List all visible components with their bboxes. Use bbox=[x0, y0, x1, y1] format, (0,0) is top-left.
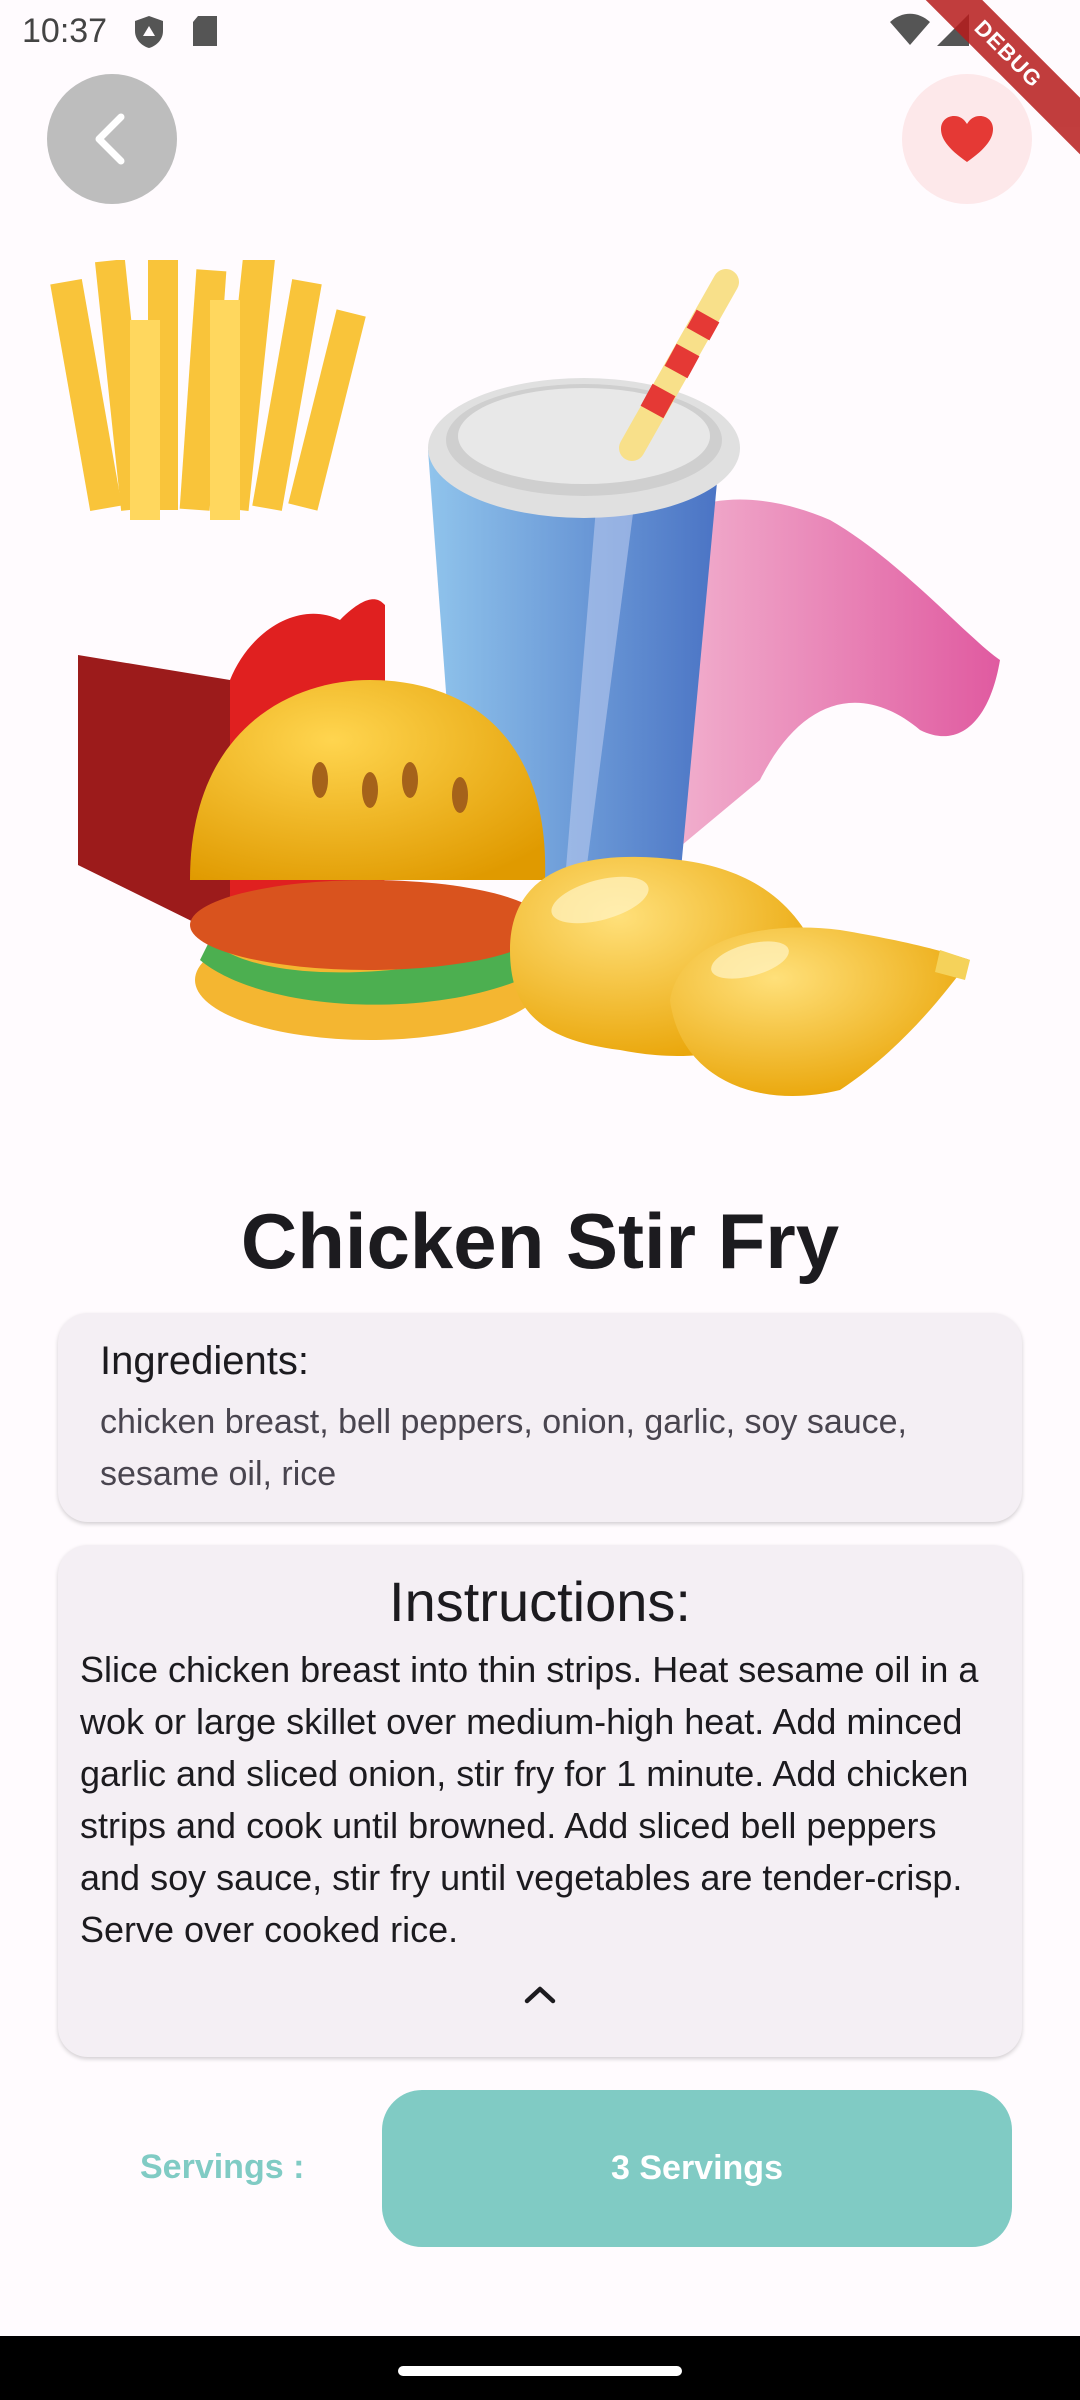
status-bar: 10:37 bbox=[0, 0, 1080, 64]
ingredients-card: Ingredients: chicken breast, bell pepper… bbox=[58, 1313, 1022, 1522]
recipe-title: Chicken Stir Fry bbox=[240, 1197, 840, 1285]
navigation-bar bbox=[0, 2336, 1080, 2400]
chevron-up-icon[interactable] bbox=[524, 1983, 556, 2005]
chevron-left-icon bbox=[95, 113, 125, 165]
home-indicator[interactable] bbox=[398, 2366, 682, 2376]
recipe-image bbox=[40, 250, 1040, 1130]
servings-label: Servings : bbox=[140, 2148, 305, 2186]
status-time: 10:37 bbox=[22, 12, 108, 50]
shield-icon bbox=[135, 16, 163, 48]
favorite-button[interactable] bbox=[902, 74, 1032, 204]
sd-card-icon bbox=[193, 16, 217, 46]
servings-button[interactable]: 3 Servings bbox=[382, 2090, 1012, 2247]
instructions-card: Instructions: Slice chicken breast into … bbox=[58, 1545, 1022, 2057]
ingredients-text: chicken breast, bell peppers, onion, gar… bbox=[100, 1403, 908, 1493]
instructions-heading: Instructions: bbox=[389, 1570, 691, 1633]
wifi-icon bbox=[890, 13, 930, 45]
instructions-text: Slice chicken breast into thin strips. H… bbox=[80, 1649, 979, 1950]
ingredients-heading: Ingredients: bbox=[100, 1339, 310, 1383]
heart-icon bbox=[941, 116, 993, 162]
back-button[interactable] bbox=[47, 74, 177, 204]
